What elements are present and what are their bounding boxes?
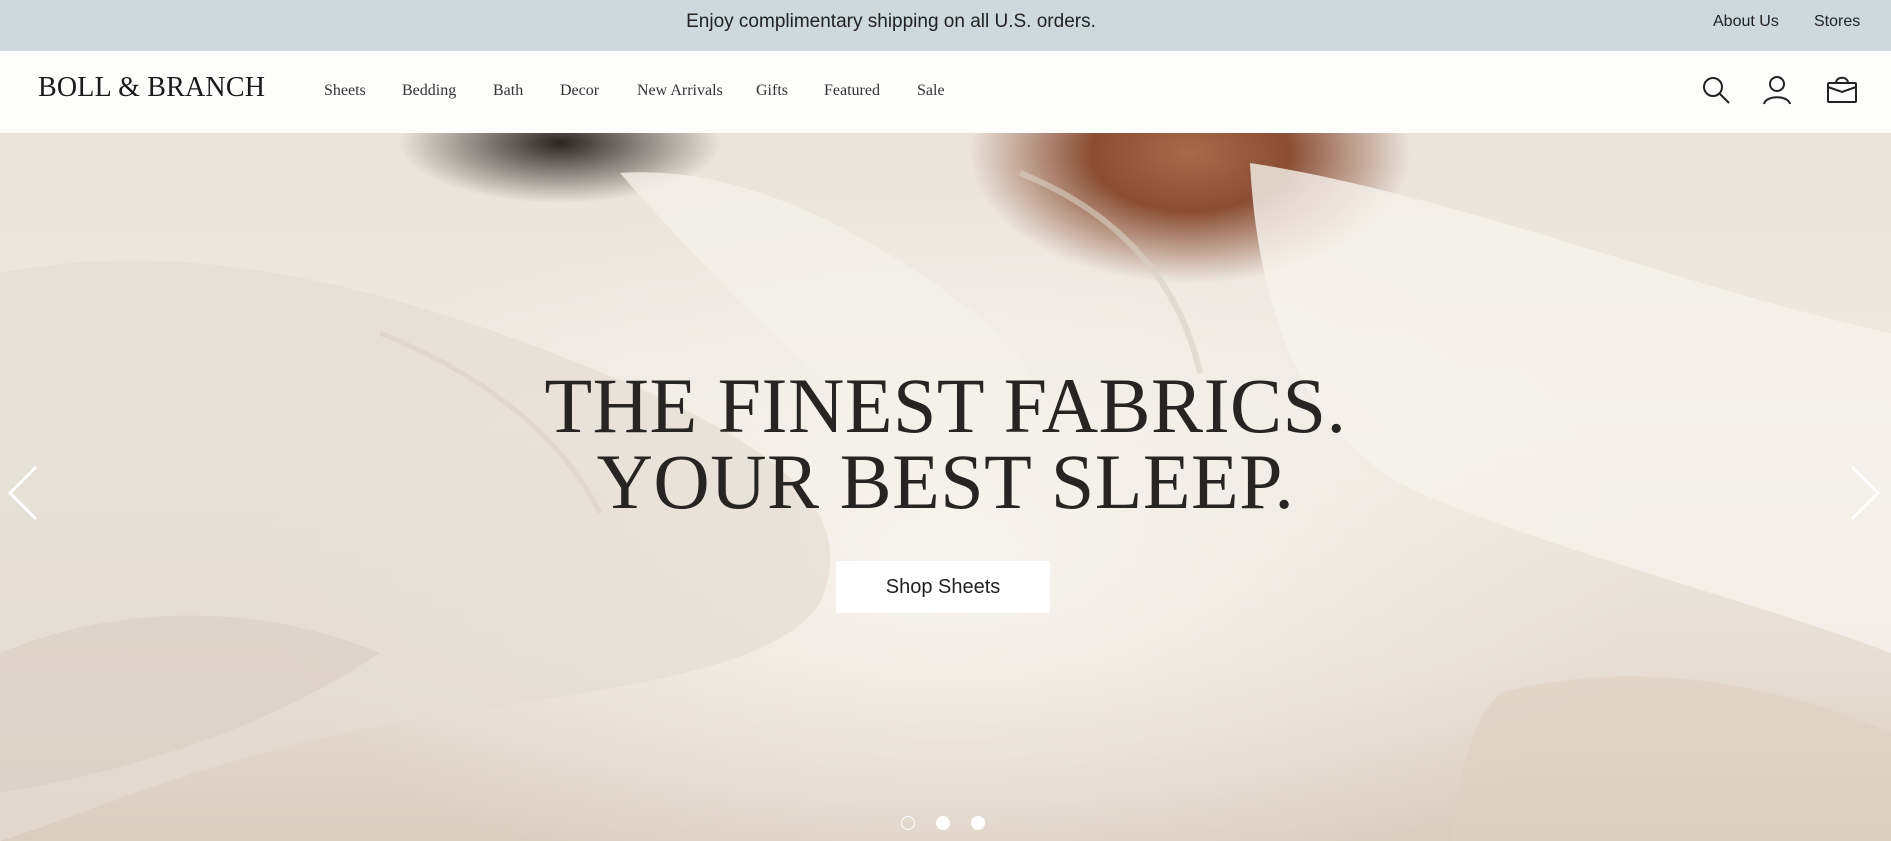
shop-sheets-button[interactable]: Shop Sheets xyxy=(836,561,1050,613)
nav-sheets[interactable]: Sheets xyxy=(324,82,366,100)
site-header: BOLL & BRANCH Sheets Bedding Bath Decor … xyxy=(0,51,1891,133)
nav-bedding[interactable]: Bedding xyxy=(402,82,456,100)
announcement-text: Enjoy complimentary shipping on all U.S.… xyxy=(686,11,1096,32)
site-logo[interactable]: BOLL & BRANCH xyxy=(38,72,265,104)
search-icon[interactable] xyxy=(1699,73,1733,107)
carousel-prev-arrow-icon[interactable] xyxy=(2,463,42,523)
hero-heading-line-1: THE FINEST FABRICS. xyxy=(544,362,1347,449)
hero-heading: THE FINEST FABRICS. YOUR BEST SLEEP. xyxy=(0,362,1891,525)
nav-bath[interactable]: Bath xyxy=(493,82,523,100)
nav-decor[interactable]: Decor xyxy=(560,82,599,100)
about-us-link[interactable]: About Us xyxy=(1713,0,1779,44)
carousel-next-arrow-icon[interactable] xyxy=(1846,463,1886,523)
nav-sale[interactable]: Sale xyxy=(917,82,945,100)
nav-new-arrivals[interactable]: New Arrivals xyxy=(637,82,723,100)
nav-featured[interactable]: Featured xyxy=(824,82,880,100)
carousel-dot-1[interactable] xyxy=(901,816,915,830)
hero-heading-line-2: YOUR BEST SLEEP. xyxy=(596,438,1295,525)
carousel-dots xyxy=(0,816,1891,834)
cart-icon[interactable] xyxy=(1825,73,1859,107)
nav-gifts[interactable]: Gifts xyxy=(756,82,788,100)
stores-link[interactable]: Stores xyxy=(1814,0,1860,44)
carousel-dot-2[interactable] xyxy=(936,816,950,830)
hero-banner: THE FINEST FABRICS. YOUR BEST SLEEP. Sho… xyxy=(0,133,1891,841)
account-icon[interactable] xyxy=(1760,73,1794,107)
announcement-bar: Enjoy complimentary shipping on all U.S.… xyxy=(0,0,1891,51)
carousel-dot-3[interactable] xyxy=(971,816,985,830)
